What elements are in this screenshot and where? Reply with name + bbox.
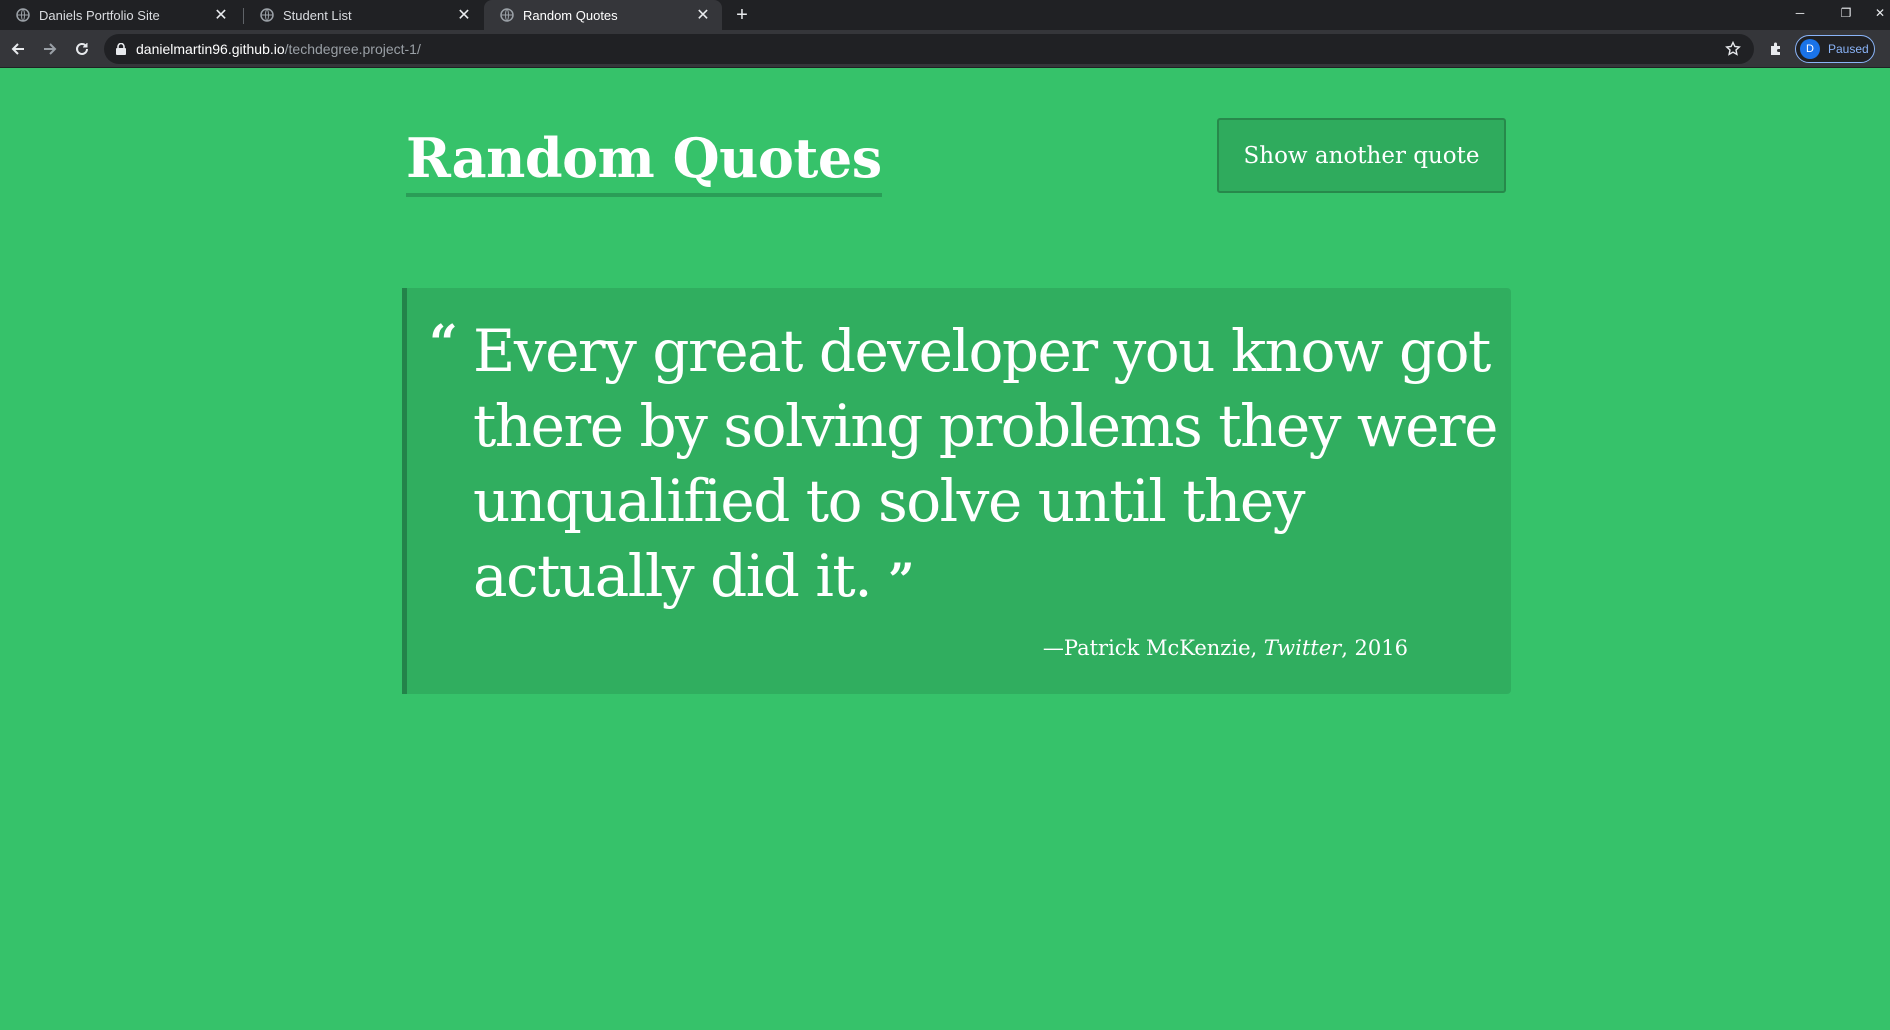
tab-strip: Daniels Portfolio Site ✕ Student List ✕ … [0,0,1890,30]
lock-icon[interactable] [116,43,126,55]
page-viewport: Random Quotes Show another quote “ Every… [0,68,1890,1030]
url-path: /techdegree.project-1/ [284,41,421,57]
quote-body: Every great developer you know got there… [473,317,1498,610]
tab-title: Student List [283,7,352,23]
close-icon[interactable]: ✕ [455,6,473,24]
forward-arrow-icon[interactable] [38,37,62,61]
profile-status: Paused [1828,42,1869,56]
close-icon[interactable]: ✕ [212,6,230,24]
globe-icon [16,8,30,22]
quote-text: Every great developer you know got there… [473,314,1503,618]
quote-box: “ Every great developer you know got the… [402,288,1511,694]
close-quote-mark: ” [888,553,915,607]
browser-toolbar: danielmartin96.github.io/techdegree.proj… [0,30,1890,68]
plus-icon[interactable]: + [730,3,754,27]
close-icon[interactable]: ✕ [694,6,712,24]
puzzle-icon[interactable] [1766,39,1786,59]
quote-year: 2016 [1354,636,1408,660]
open-quote-mark: “ [429,313,458,372]
quote-author: Patrick McKenzie [1063,636,1251,660]
tab-random-quotes[interactable]: Random Quotes ✕ [484,0,722,30]
tab-student-list[interactable]: Student List ✕ [244,0,483,30]
tab-title: Random Quotes [523,7,618,23]
address-bar[interactable]: danielmartin96.github.io/techdegree.proj… [104,34,1754,64]
page-title: Random Quotes [406,126,882,197]
quote-source: Twitter [1263,636,1342,660]
citation-separator: , [1341,636,1355,660]
close-icon[interactable]: ✕ [1870,0,1890,26]
reload-icon[interactable] [70,37,94,61]
profile-button[interactable]: D Paused [1795,35,1875,63]
show-another-quote-button[interactable]: Show another quote [1217,118,1506,193]
tab-daniels-portfolio[interactable]: Daniels Portfolio Site ✕ [0,0,240,30]
url-host: danielmartin96.github.io [136,41,285,57]
globe-icon [260,8,274,22]
minimize-icon[interactable]: ─ [1780,0,1820,26]
globe-icon [500,8,514,22]
tab-title: Daniels Portfolio Site [39,7,160,23]
citation-separator: , [1250,636,1264,660]
star-icon[interactable] [1724,40,1742,58]
avatar: D [1800,39,1820,59]
citation-dash: — [1042,636,1064,660]
back-arrow-icon[interactable] [6,37,30,61]
quote-citation: —Patrick McKenzie, Twitter, 2016 [1043,636,1408,660]
restore-icon[interactable]: ❐ [1826,0,1866,26]
